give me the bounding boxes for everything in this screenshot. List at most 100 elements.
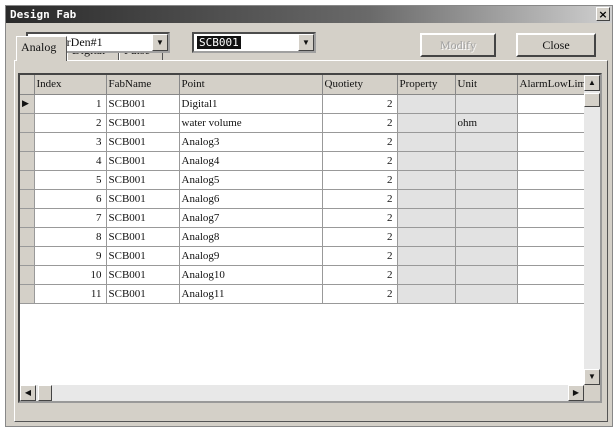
col-index-header[interactable]: Index [34,75,107,95]
cell-property[interactable] [397,170,456,190]
cell-fabname[interactable]: SCB001 [106,151,180,171]
cell-index[interactable]: 7 [34,208,107,228]
cell-point[interactable]: Analog6 [179,189,323,209]
scroll-thumb[interactable] [584,93,600,107]
table-row[interactable]: 9SCB001Analog920 [20,246,596,266]
row-selector[interactable] [20,151,35,171]
current-row-indicator-icon[interactable]: ▶ [20,94,35,114]
cell-unit[interactable] [455,151,518,171]
cell-unit[interactable]: ohm [455,113,518,133]
cell-point[interactable]: Analog8 [179,227,323,247]
cell-point[interactable]: Analog7 [179,208,323,228]
cell-index[interactable]: 8 [34,227,107,247]
cell-unit[interactable] [455,132,518,152]
cell-quotiety[interactable]: 2 [322,246,398,266]
cell-property[interactable] [397,208,456,228]
cell-quotiety[interactable]: 2 [322,265,398,285]
cell-property[interactable] [397,246,456,266]
cell-point[interactable]: Analog3 [179,132,323,152]
cell-property[interactable] [397,113,456,133]
cell-index[interactable]: 9 [34,246,107,266]
close-button[interactable]: Close [516,33,596,57]
cell-quotiety[interactable]: 2 [322,208,398,228]
cell-index[interactable]: 10 [34,265,107,285]
vertical-scrollbar[interactable]: ▲ ▼ [584,75,600,385]
table-row[interactable]: 5SCB001Analog520 [20,170,596,190]
tab-analog[interactable]: Analog [16,36,67,61]
cell-unit[interactable] [455,208,518,228]
cell-fabname[interactable]: SCB001 [106,246,180,266]
row-selector[interactable] [20,113,35,133]
row-selector[interactable] [20,227,35,247]
cell-property[interactable] [397,265,456,285]
cell-index[interactable]: 3 [34,132,107,152]
cell-fabname[interactable]: SCB001 [106,284,180,304]
row-selector[interactable] [20,208,35,228]
cell-index[interactable]: 2 [34,113,107,133]
col-fabname-header[interactable]: FabName [106,75,180,95]
row-selector[interactable] [20,284,35,304]
cell-fabname[interactable]: SCB001 [106,208,180,228]
cell-quotiety[interactable]: 2 [322,113,398,133]
cell-unit[interactable] [455,227,518,247]
cell-quotiety[interactable]: 2 [322,227,398,247]
table-row[interactable]: 10SCB001Analog1020 [20,265,596,285]
cell-fabname[interactable]: SCB001 [106,265,180,285]
cell-property[interactable] [397,132,456,152]
cell-unit[interactable] [455,265,518,285]
cell-property[interactable] [397,151,456,171]
col-property-header[interactable]: Property [397,75,456,95]
fab-select[interactable]: SCB001 ▼ [192,32,316,53]
scroll-left-icon[interactable]: ◀ [20,385,36,401]
cell-fabname[interactable]: SCB001 [106,227,180,247]
scroll-up-icon[interactable]: ▲ [584,75,600,91]
cell-quotiety[interactable]: 2 [322,132,398,152]
cell-fabname[interactable]: SCB001 [106,113,180,133]
table-row[interactable]: 3SCB001Analog320 [20,132,596,152]
modify-button[interactable]: Modify [420,33,496,57]
cell-quotiety[interactable]: 2 [322,189,398,209]
cell-quotiety[interactable]: 2 [322,94,398,114]
col-unit-header[interactable]: Unit [455,75,518,95]
cell-point[interactable]: Analog5 [179,170,323,190]
cell-quotiety[interactable]: 2 [322,170,398,190]
cell-point[interactable]: Analog9 [179,246,323,266]
h-scroll-thumb[interactable] [38,385,52,401]
cell-quotiety[interactable]: 2 [322,284,398,304]
scroll-right-icon[interactable]: ▶ [568,385,584,401]
close-icon[interactable]: × [596,7,610,21]
row-selector[interactable] [20,246,35,266]
chevron-down-icon[interactable]: ▼ [152,34,168,51]
cell-point[interactable]: Digital1 [179,94,323,114]
horizontal-scrollbar[interactable]: ◀ ▶ [20,385,584,401]
cell-property[interactable] [397,94,456,114]
title-bar[interactable]: Design Fab × [6,6,612,23]
cell-fabname[interactable]: SCB001 [106,189,180,209]
cell-index[interactable]: 1 [34,94,107,114]
table-row[interactable]: 7SCB001Analog720 [20,208,596,228]
table-row[interactable]: 6SCB001Analog620 [20,189,596,209]
cell-unit[interactable] [455,246,518,266]
cell-unit[interactable] [455,189,518,209]
cell-index[interactable]: 4 [34,151,107,171]
cell-index[interactable]: 5 [34,170,107,190]
cell-property[interactable] [397,189,456,209]
table-row[interactable]: ▶1SCB001Digital120 [20,94,596,114]
row-selector[interactable] [20,170,35,190]
row-selector[interactable] [20,189,35,209]
cell-property[interactable] [397,284,456,304]
table-row[interactable]: 4SCB001Analog420 [20,151,596,171]
points-grid[interactable]: Index FabName Point Quotiety Property Un… [18,73,602,403]
cell-unit[interactable] [455,94,518,114]
table-row[interactable]: 11SCB001Analog1120 [20,284,596,304]
row-selector[interactable] [20,132,35,152]
cell-index[interactable]: 6 [34,189,107,209]
col-quotiety-header[interactable]: Quotiety [322,75,398,95]
table-row[interactable]: 8SCB001Analog820 [20,227,596,247]
cell-property[interactable] [397,227,456,247]
cell-point[interactable]: Analog11 [179,284,323,304]
cell-point[interactable]: Analog4 [179,151,323,171]
cell-point[interactable]: water volume [179,113,323,133]
cell-fabname[interactable]: SCB001 [106,94,180,114]
table-row[interactable]: 2SCB001water volume2ohm0 [20,113,596,133]
